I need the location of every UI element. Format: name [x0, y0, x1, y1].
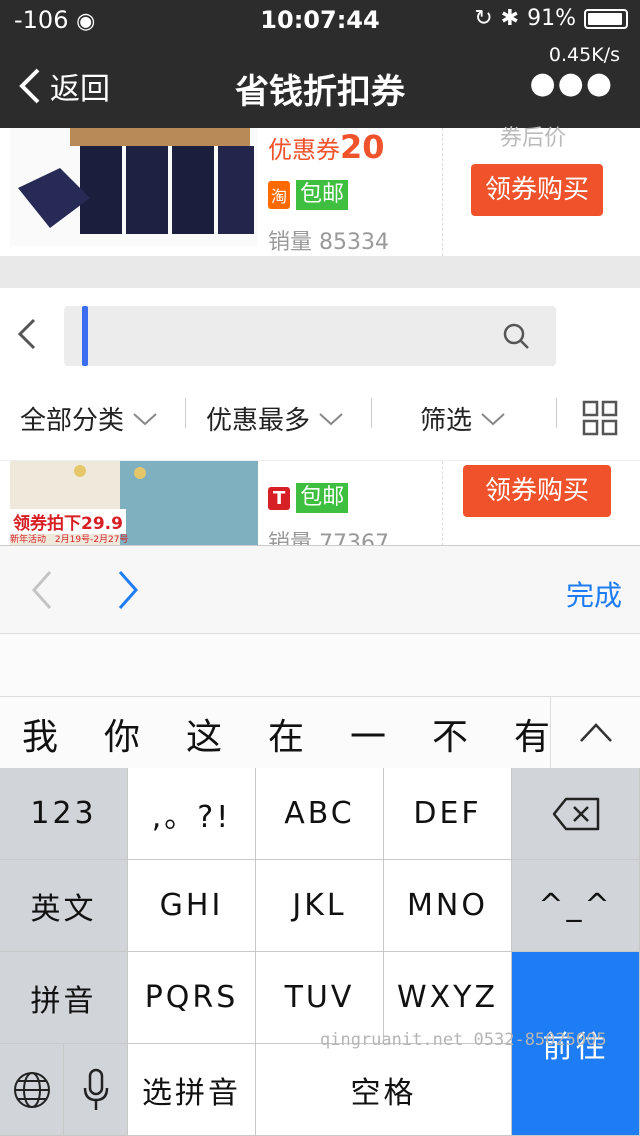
coupon-info: 优惠券20	[268, 128, 385, 166]
key-pqrs[interactable]: PQRS	[128, 952, 256, 1044]
expand-candidates-button[interactable]	[550, 696, 640, 769]
space-bar[interactable]: 空格	[256, 1044, 512, 1136]
tag-row: 淘 包邮	[268, 180, 349, 210]
done-button[interactable]: 完成	[566, 574, 622, 614]
battery-icon	[584, 8, 628, 29]
top-bar: -106 ◉ 10:07:44 ↻ ✱ 91% 0.45K/s 返回 省钱折扣券…	[0, 0, 640, 128]
candidate-word[interactable]: 这	[186, 708, 222, 760]
input-preview-strip	[0, 633, 640, 697]
microphone-button[interactable]	[64, 1044, 128, 1136]
battery-percent: 91%	[527, 6, 576, 31]
next-field-button[interactable]	[116, 570, 140, 610]
globe-icon	[13, 1071, 50, 1108]
grid-view-icon[interactable]	[582, 400, 618, 436]
divider	[442, 128, 443, 256]
filter-button[interactable]: 筛选	[420, 400, 506, 437]
candidate-word[interactable]: 有	[514, 708, 550, 760]
divider	[442, 461, 443, 546]
status-right: ↻ ✱ 91%	[474, 6, 628, 31]
more-menu-button[interactable]: ●●●	[529, 66, 614, 101]
more-dots-icon: ●●●	[529, 66, 614, 101]
divider	[556, 398, 557, 428]
rotation-lock-icon: ↻	[474, 6, 493, 31]
candidate-word[interactable]: 在	[268, 708, 304, 760]
text-cursor	[82, 306, 88, 366]
buy-coupon-button[interactable]: 领券购买	[463, 465, 611, 517]
search-back-button[interactable]	[14, 316, 38, 356]
key-jkl[interactable]: JKL	[256, 860, 384, 952]
search-input[interactable]	[64, 306, 556, 366]
chevron-down-icon	[133, 412, 157, 425]
promo-banner-sub: 新年活动 2月19号-2月27号	[10, 532, 129, 545]
search-icon[interactable]	[502, 322, 530, 350]
key-abc[interactable]: ABC	[256, 768, 384, 860]
globe-button[interactable]	[0, 1044, 64, 1136]
product-card[interactable]: 优惠券20 淘 包邮 销量 85334 券后价 领券购买	[0, 126, 640, 256]
network-speed: 0.45K/s	[548, 44, 620, 66]
filter-label: 优惠最多	[206, 406, 311, 436]
key-123[interactable]: 123	[0, 768, 128, 860]
key-english[interactable]: 英文	[0, 860, 128, 952]
tmall-icon: T	[268, 486, 291, 510]
chevron-up-icon	[580, 723, 612, 742]
key-def[interactable]: DEF	[384, 768, 512, 860]
bluetooth-icon: ✱	[500, 6, 520, 31]
watermark: qingruanit.net 0532-85025005	[320, 1030, 607, 1050]
search-filter-panel: 全部分类 优惠最多 筛选	[0, 288, 640, 460]
free-shipping-tag: 包邮	[296, 180, 349, 210]
key-ghi[interactable]: GHI	[128, 860, 256, 952]
chevron-down-icon	[319, 412, 343, 425]
filter-best-discount[interactable]: 优惠最多	[206, 400, 344, 437]
key-pinyin[interactable]: 拼音	[0, 952, 128, 1044]
coupon-amount: 20	[340, 128, 385, 166]
filter-all-categories[interactable]: 全部分类	[20, 400, 158, 437]
candidate-word[interactable]: 一	[350, 708, 386, 760]
keyboard-accessory-bar: 完成	[0, 545, 640, 634]
promo-banner: 领券拍下29.9	[10, 509, 126, 534]
promo-date: 2月19号-2月27号	[54, 535, 129, 545]
filter-label: 全部分类	[20, 406, 125, 436]
filter-label: 筛选	[420, 406, 473, 436]
backspace-button[interactable]	[512, 768, 640, 860]
price-label: 券后价	[500, 126, 567, 151]
key-emoji[interactable]: ^_^	[512, 860, 640, 952]
key-mno[interactable]: MNO	[384, 860, 512, 952]
section-gap	[0, 256, 640, 288]
product-image-graphic	[18, 128, 254, 234]
promo-event: 新年活动	[10, 535, 47, 545]
key-select-pinyin[interactable]: 选拼音	[128, 1044, 256, 1136]
candidate-word[interactable]: 不	[432, 708, 468, 760]
previous-field-button[interactable]	[30, 570, 54, 610]
backspace-icon	[552, 797, 599, 830]
key-punctuation[interactable]: ,。?!	[128, 768, 256, 860]
buy-coupon-button[interactable]: 领券购买	[471, 164, 603, 216]
candidate-word[interactable]: 我	[22, 708, 58, 760]
divider	[185, 398, 186, 428]
divider	[371, 398, 372, 428]
candidate-word[interactable]: 你	[104, 708, 140, 760]
microphone-icon	[83, 1068, 108, 1110]
taobao-icon: 淘	[268, 181, 291, 209]
chevron-left-icon	[17, 318, 36, 350]
product-image	[10, 128, 258, 246]
sales-count: 销量 85334	[268, 230, 389, 255]
tag-row: T 包邮	[268, 483, 349, 513]
free-shipping-tag: 包邮	[296, 483, 349, 513]
product-card[interactable]: 领券拍下29.9 新年活动 2月19号-2月27号 T 包邮 销量 77367 …	[0, 460, 640, 556]
coupon-prefix: 优惠券	[268, 136, 340, 164]
product-image: 领券拍下29.9 新年活动 2月19号-2月27号	[10, 461, 258, 546]
chevron-down-icon	[481, 412, 505, 425]
